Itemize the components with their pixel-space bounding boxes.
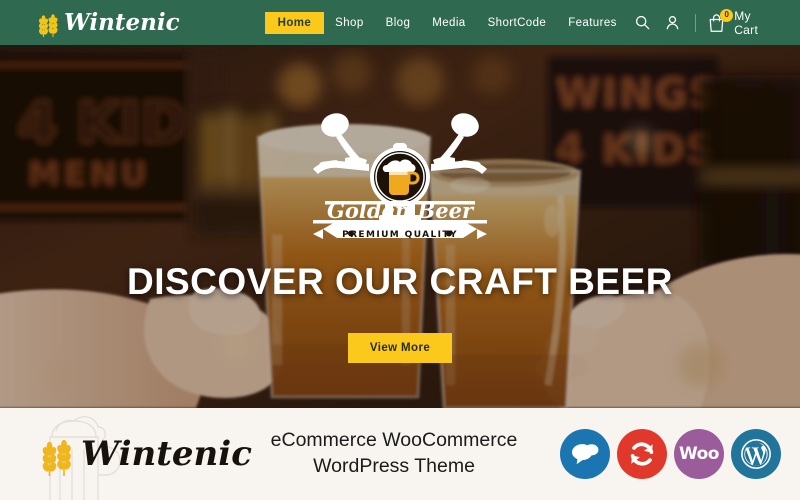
wordpress-icon[interactable]: [731, 429, 781, 479]
svg-text:PREMIUM QUALITY: PREMIUM QUALITY: [342, 230, 458, 240]
nav-item-blog[interactable]: Blog: [375, 12, 422, 34]
support-chat-icon[interactable]: [560, 429, 610, 479]
woocommerce-icon[interactable]: Woo: [674, 429, 724, 479]
footer-tagline-line1: eCommerce WooCommerce: [270, 429, 518, 452]
nav-item-shortcode[interactable]: ShortCode: [477, 12, 558, 34]
search-icon[interactable]: [628, 8, 658, 38]
hero-banner: 4 KIDS MENU WINGS 4 KIDS Golden Beer PRE…: [0, 45, 800, 408]
footer-brand[interactable]: Wintenic: [18, 416, 252, 500]
main-navigation: Home Shop Blog Media ShortCode Features: [264, 11, 628, 34]
nav-item-shop[interactable]: Shop: [324, 12, 374, 34]
tools-divider: [695, 13, 697, 32]
wheat-icon: [36, 8, 62, 38]
cart-count-badge: 0: [720, 8, 734, 22]
nav-item-media[interactable]: Media: [421, 12, 476, 34]
footer-feature-icons: Woo: [560, 429, 781, 479]
nav-item-home[interactable]: Home: [264, 11, 325, 34]
cart-label: My Cart: [734, 8, 759, 37]
updates-refresh-icon[interactable]: [617, 429, 667, 479]
footer-banner: Wintenic eCommerce WooCommerce WordPress…: [0, 408, 800, 500]
hero-content: Golden Beer PREMIUM QUALITY DISCOVER OUR…: [0, 45, 800, 408]
svg-text:Golden Beer: Golden Beer: [327, 198, 475, 223]
header-tools: 0 My Cart: [628, 8, 778, 38]
site-header: Wintenic Home Shop Blog Media ShortCode …: [0, 0, 800, 45]
page-root: Wintenic Home Shop Blog Media ShortCode …: [0, 0, 800, 500]
woo-label: Woo: [678, 444, 720, 464]
view-more-button[interactable]: View More: [347, 333, 453, 363]
user-icon[interactable]: [658, 8, 688, 38]
site-title: Wintenic: [64, 9, 180, 36]
cart-button[interactable]: 0 My Cart: [704, 8, 778, 37]
nav-item-features[interactable]: Features: [557, 12, 628, 34]
hero-title: DISCOVER OUR CRAFT BEER: [127, 261, 673, 302]
footer-tagline-line2: WordPress Theme: [313, 455, 475, 477]
header-brand[interactable]: Wintenic: [36, 8, 180, 38]
footer-title: Wintenic: [81, 434, 252, 474]
wheat-icon: [38, 431, 78, 477]
shopping-bag-icon: 0: [704, 8, 734, 36]
golden-beer-emblem: Golden Beer PREMIUM QUALITY: [305, 103, 495, 253]
footer-tagline: eCommerce WooCommerce WordPress Theme: [228, 428, 560, 480]
